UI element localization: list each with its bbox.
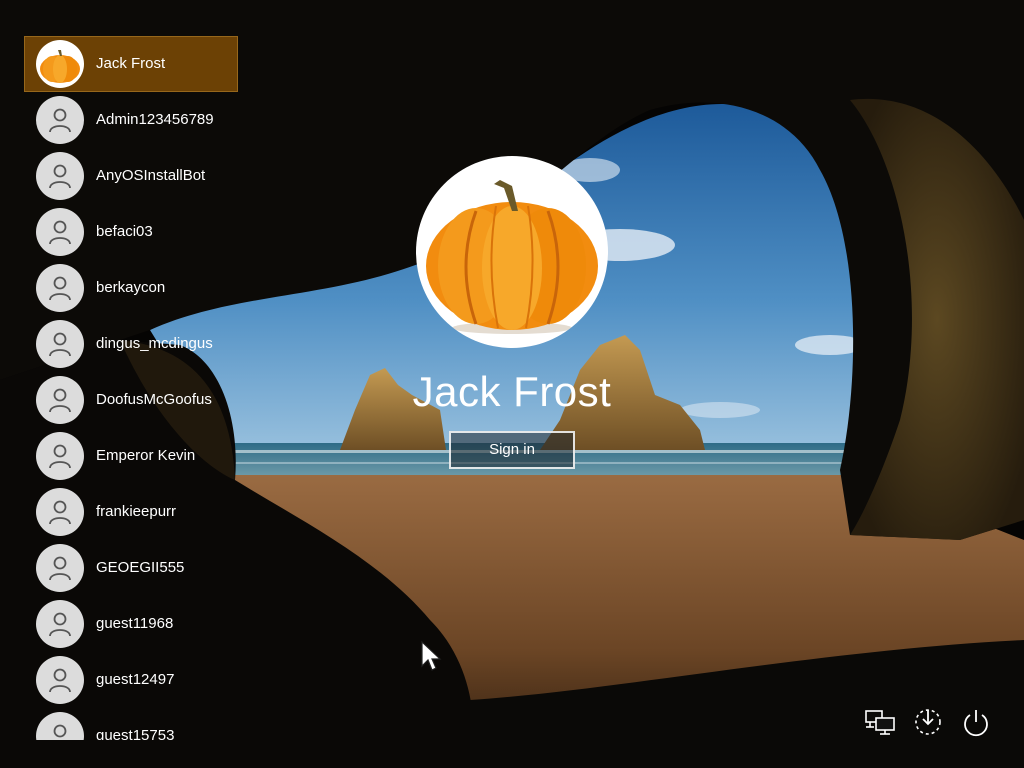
person-icon [49, 388, 71, 413]
user-name-label: guest12497 [96, 671, 175, 688]
user-avatar [36, 320, 84, 368]
person-icon [53, 724, 67, 738]
user-list-item[interactable]: Emperor Kevin [24, 428, 238, 484]
user-avatar [36, 712, 84, 740]
user-list-item[interactable]: Admin123456789 [24, 92, 238, 148]
user-avatar [36, 152, 84, 200]
user-avatar [36, 488, 84, 536]
user-avatar [36, 208, 84, 256]
person-icon [49, 500, 71, 525]
power-button[interactable] [958, 704, 994, 740]
user-avatar [36, 544, 84, 592]
user-name-label: befaci03 [96, 223, 153, 240]
pumpkin-avatar-icon [40, 50, 80, 83]
ease-of-access-button[interactable] [910, 704, 946, 740]
person-icon [49, 276, 71, 301]
lock-screen: Jack Frost Admin123456789 AnyOSInstallBot b… [0, 0, 1024, 768]
user-list-item[interactable]: guest15753 [24, 708, 238, 740]
power-icon [964, 710, 988, 737]
person-icon [49, 332, 71, 357]
user-name-label: Admin123456789 [96, 111, 214, 128]
user-avatar [36, 432, 84, 480]
person-icon [49, 556, 71, 581]
user-name-label: berkaycon [96, 279, 166, 296]
user-avatar [36, 656, 84, 704]
user-name-label: guest15753 [96, 727, 175, 740]
user-name-label: DoofusMcGoofus [96, 391, 212, 408]
user-name-label: guest11968 [96, 615, 174, 632]
person-icon [49, 668, 71, 693]
user-list-item[interactable]: Jack Frost [24, 36, 238, 92]
user-avatar [36, 600, 84, 648]
user-avatar [36, 40, 84, 88]
person-icon [49, 612, 71, 637]
user-name-label: dingus_mcdingus [96, 335, 213, 352]
mouse-cursor-icon [421, 640, 442, 671]
user-avatar [36, 96, 84, 144]
ease-of-access-icon [915, 709, 941, 735]
person-icon [49, 108, 71, 133]
user-list-item[interactable]: befaci03 [24, 204, 238, 260]
user-list-item[interactable]: frankieepurr [24, 484, 238, 540]
selected-user-name: Jack Frost [412, 368, 612, 415]
person-icon [49, 220, 71, 245]
user-list-item[interactable]: guest12497 [24, 652, 238, 708]
user-list-item[interactable]: dingus_mcdingus [24, 316, 238, 372]
user-name-label: Emperor Kevin [96, 447, 196, 464]
user-list: Jack Frost Admin123456789 AnyOSInstallBot b… [24, 36, 238, 740]
selected-user-avatar [416, 156, 608, 348]
user-list-item[interactable]: GEOEGII555 [24, 540, 238, 596]
network-icon [865, 710, 895, 735]
user-avatar [36, 264, 84, 312]
person-icon [49, 164, 71, 189]
user-list-item[interactable]: AnyOSInstallBot [24, 148, 238, 204]
pumpkin-icon [426, 180, 598, 334]
network-button[interactable] [862, 704, 898, 740]
user-name-label: Jack Frost [96, 55, 166, 72]
person-icon [49, 444, 71, 469]
sign-in-button[interactable]: Sign in [449, 431, 575, 469]
user-name-label: GEOEGII555 [96, 559, 185, 576]
user-list-item[interactable]: guest11968 [24, 596, 238, 652]
user-list-item[interactable]: berkaycon [24, 260, 238, 316]
user-list-item[interactable]: DoofusMcGoofus [24, 372, 238, 428]
user-name-label: AnyOSInstallBot [96, 167, 206, 184]
user-avatar [36, 376, 84, 424]
user-name-label: frankieepurr [96, 503, 177, 520]
